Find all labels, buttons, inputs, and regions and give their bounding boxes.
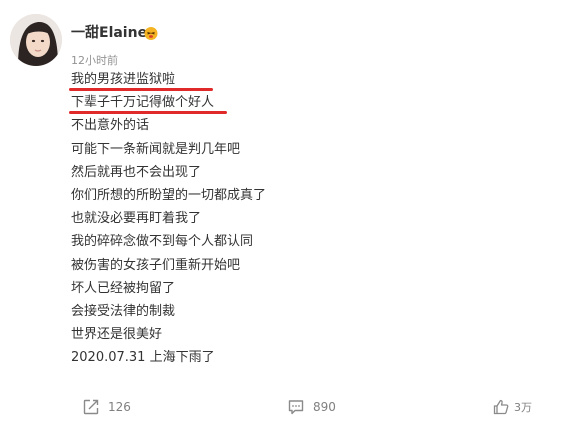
post-line-text: 我的碎碎念做不到每个人都认同 [71, 234, 254, 250]
post-line-text: 可能下一条新闻就是判几年吧 [71, 141, 241, 157]
weibo-post: 一甜Elaine 12小时前 我的男孩进监狱啦 下辈子千万记得做个好人 不出意外… [0, 0, 588, 423]
like-button[interactable]: 3万 [492, 395, 532, 419]
thumbs-up-icon [492, 398, 510, 416]
post-line-text: 不出意外的话 [71, 118, 150, 134]
post-timestamp[interactable]: 12小时前 [71, 52, 118, 68]
post-actions: 126 890 3万 [0, 395, 588, 419]
repost-icon [82, 398, 100, 416]
post-line: 你们所想的所盼望的一切都成真了 [71, 184, 551, 207]
post-line: 被伤害的女孩子们重新开始吧 [71, 254, 551, 277]
user-name[interactable]: 一甜Elaine [71, 22, 147, 42]
post-line: 会接受法律的制裁 [71, 300, 551, 323]
post-body: 我的男孩进监狱啦 下辈子千万记得做个好人 不出意外的话 可能下一条新闻就是判几年… [69, 68, 551, 369]
avatar-image [10, 14, 62, 66]
post-line-text: 世界还是很美好 [71, 327, 163, 343]
post-line: 坏人已经被拘留了 [71, 277, 551, 300]
emoji-badge-icon [143, 25, 159, 41]
comment-count: 890 [313, 400, 336, 414]
avatar[interactable] [10, 14, 62, 66]
post-line-text: 被伤害的女孩子们重新开始吧 [71, 257, 241, 273]
post-line: 我的男孩进监狱啦 [69, 68, 551, 92]
post-line: 下辈子千万记得做个好人 [69, 91, 551, 115]
post-line: 然后就再也不会出现了 [71, 161, 551, 184]
post-line-text: 下辈子千万记得做个好人 [71, 95, 215, 111]
post-line: 不出意外的话 [71, 114, 551, 137]
repost-count: 126 [108, 400, 131, 414]
post-line: 2020.07.31 上海下雨了 [71, 346, 551, 369]
post-line: 我的碎碎念做不到每个人都认同 [71, 230, 551, 253]
post-line-text: 你们所想的所盼望的一切都成真了 [71, 187, 267, 203]
post-line: 世界还是很美好 [71, 323, 551, 346]
comment-icon [287, 398, 305, 416]
post-line-text: 会接受法律的制裁 [71, 303, 176, 319]
repost-button[interactable]: 126 [82, 395, 131, 419]
post-line-text: 也就没必要再盯着我了 [71, 211, 202, 227]
comment-button[interactable]: 890 [287, 395, 336, 419]
post-line: 也就没必要再盯着我了 [71, 207, 551, 230]
post-line: 可能下一条新闻就是判几年吧 [71, 138, 551, 161]
post-line-text: 坏人已经被拘留了 [71, 280, 176, 296]
post-line-text: 我的男孩进监狱啦 [71, 72, 176, 87]
post-line-text: 然后就再也不会出现了 [71, 164, 202, 180]
post-line-text: 2020.07.31 上海下雨了 [71, 350, 215, 366]
like-count: 3万 [514, 401, 532, 414]
